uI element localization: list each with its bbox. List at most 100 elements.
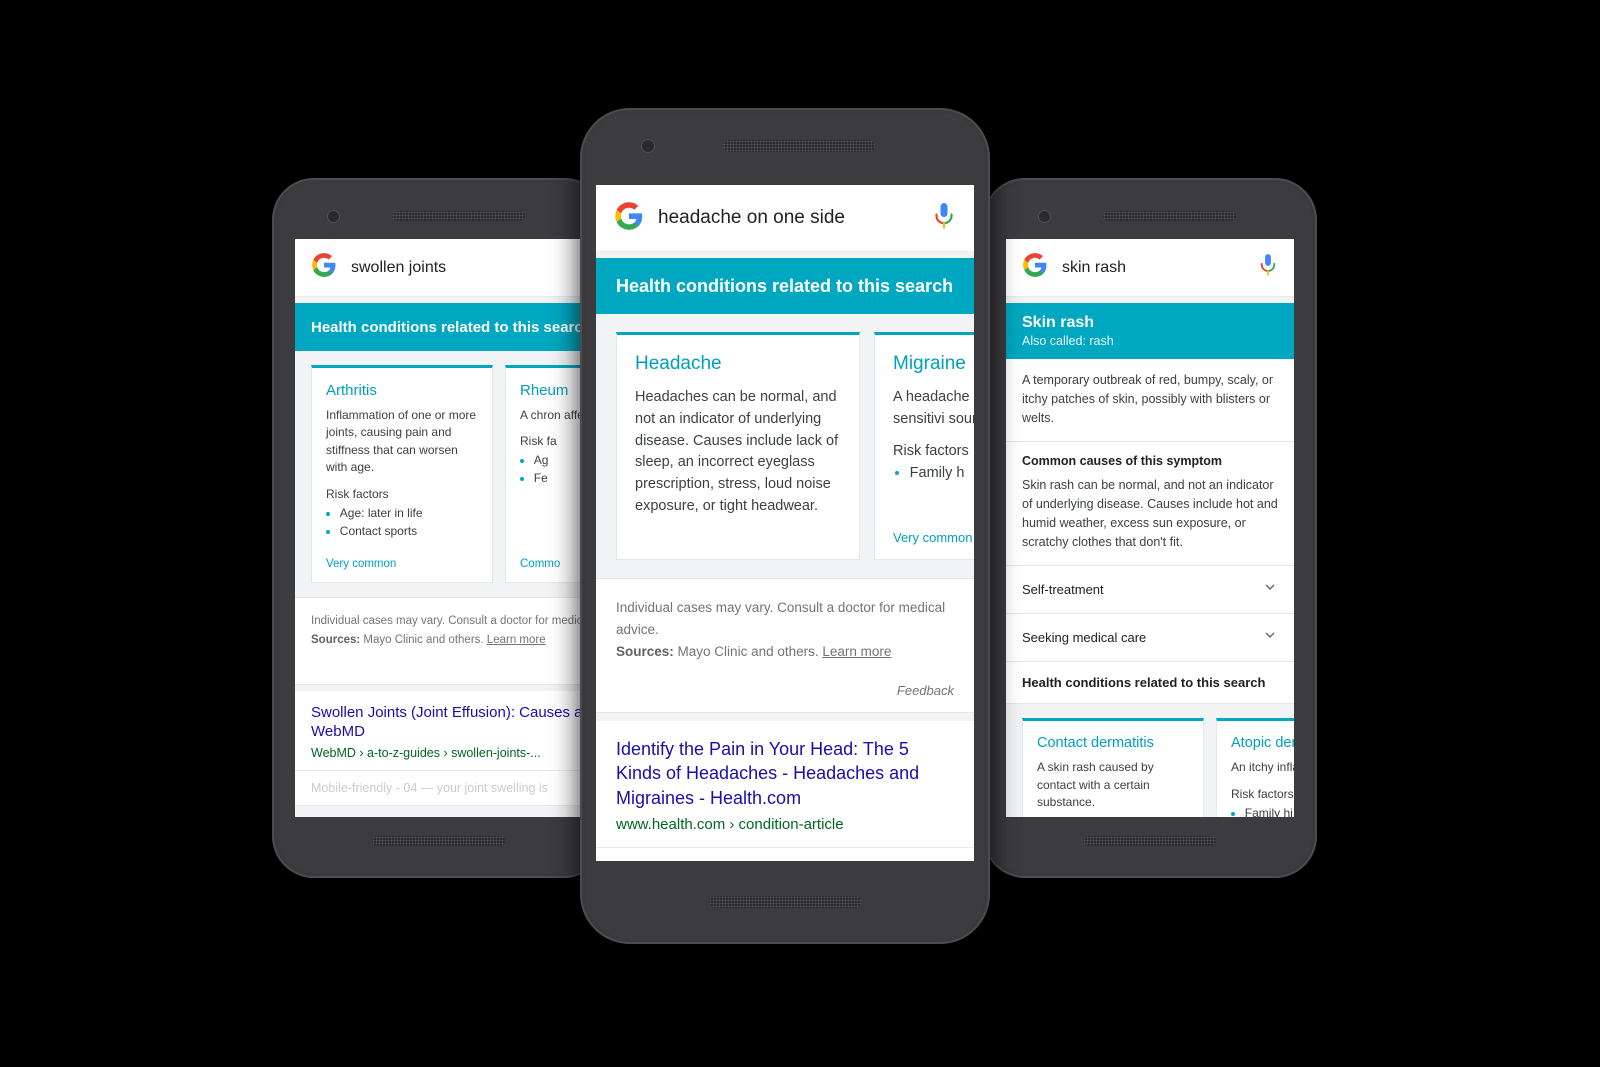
front-camera-icon bbox=[1039, 211, 1050, 222]
phone-right-screen: skin rash Skin rash Also called: rash A … bbox=[1006, 239, 1294, 817]
condition-card-title[interactable]: Contact dermatitis bbox=[1037, 735, 1189, 751]
disclaimer-text: Individual cases may vary. Consult a doc… bbox=[311, 615, 583, 627]
condition-card-description: A chron affectin those i bbox=[520, 408, 583, 422]
condition-cards-center[interactable]: Headache Headaches can be normal, and no… bbox=[596, 314, 974, 578]
result-url[interactable]: WebMD › a-to-z-guides › swollen-joints-.… bbox=[311, 746, 583, 760]
google-search-page-center: headache on one side Health conditions r… bbox=[596, 185, 974, 861]
result-url[interactable]: www.health.com › condition-article bbox=[616, 816, 954, 833]
prevalence-badge[interactable]: Very common bbox=[893, 508, 974, 545]
risk-factors-list: Family hi Allergies bbox=[1231, 804, 1294, 817]
list-item: Fe bbox=[534, 469, 583, 487]
search-bar-center[interactable]: headache on one side bbox=[596, 185, 974, 251]
google-g-logo bbox=[614, 201, 644, 236]
condition-card[interactable]: Arthritis Inflammation of one or more jo… bbox=[311, 365, 493, 583]
accordion-label: Self-treatment bbox=[1022, 582, 1104, 598]
scene: swollen joints Health conditions related bbox=[0, 0, 1600, 1067]
phone-left-screen: swollen joints Health conditions related bbox=[295, 239, 583, 817]
sources-label: Sources: bbox=[311, 633, 361, 646]
disclaimer-text: Individual cases may vary. Consult a doc… bbox=[616, 600, 946, 637]
google-g-logo bbox=[1022, 252, 1048, 283]
medical-disclaimer-left: Individual cases may vary. Consult a doc… bbox=[295, 597, 583, 685]
search-result-next-left[interactable]: Mobile-friendly - 04 — your joint swelli… bbox=[295, 770, 583, 806]
phone-center-screen: headache on one side Health conditions r… bbox=[596, 185, 974, 861]
mic-icon[interactable] bbox=[1258, 253, 1278, 282]
risk-factors-list: Age: later in life Contact sports bbox=[326, 504, 478, 540]
condition-card-description: Inflammation of one or more joints, caus… bbox=[326, 408, 477, 475]
mic-icon[interactable] bbox=[932, 202, 956, 235]
condition-card[interactable]: Atopic derm An itchy infla skin. Risk fa… bbox=[1216, 718, 1294, 817]
symptom-banner-right: Skin rash Also called: rash bbox=[1006, 303, 1294, 359]
sources-value: Mayo Clinic and others. bbox=[363, 633, 484, 646]
risk-factors-label: Risk factors bbox=[893, 442, 969, 459]
health-banner-center: Health conditions related to this search bbox=[596, 258, 974, 314]
result-title[interactable]: Swollen Joints (Joint Effusion): Causes … bbox=[311, 703, 583, 742]
search-query-left[interactable]: swollen joints bbox=[351, 259, 583, 277]
risk-factors-label: Risk factors bbox=[326, 486, 389, 501]
condition-card-title[interactable]: Rheum bbox=[520, 382, 583, 399]
prevalence-badge[interactable]: Very common bbox=[326, 542, 478, 570]
medical-disclaimer-center: Individual cases may vary. Consult a doc… bbox=[596, 578, 974, 714]
bottom-speaker-grille bbox=[1083, 836, 1216, 846]
chevron-down-icon[interactable] bbox=[1262, 579, 1278, 600]
health-banner-center-title: Health conditions related to this search bbox=[616, 275, 954, 296]
learn-more-link[interactable]: Learn more bbox=[822, 644, 891, 659]
condition-card-description: An itchy infla skin. bbox=[1231, 760, 1294, 775]
phone-right: skin rash Skin rash Also called: rash A … bbox=[983, 178, 1317, 878]
earpiece-grille bbox=[392, 211, 525, 221]
accordion-seeking-medical-care[interactable]: Seeking medical care bbox=[1006, 614, 1294, 663]
list-item: Contact sports bbox=[340, 522, 478, 540]
list-item: Family hi bbox=[1245, 804, 1294, 817]
risk-factors-list: Ag Fe bbox=[520, 451, 583, 487]
symptom-summary: A temporary outbreak of red, bumpy, scal… bbox=[1022, 373, 1274, 425]
condition-card-title[interactable]: Arthritis bbox=[326, 382, 478, 399]
condition-card-title[interactable]: Headache bbox=[635, 353, 841, 375]
list-item: Family h bbox=[910, 463, 974, 485]
search-result-left[interactable]: Swollen Joints (Joint Effusion): Causes … bbox=[295, 690, 583, 771]
google-g-logo bbox=[311, 252, 337, 283]
search-bar-left[interactable]: swollen joints bbox=[295, 239, 583, 297]
accordion-self-treatment[interactable]: Self-treatment bbox=[1006, 566, 1294, 615]
search-result-next-center[interactable] bbox=[596, 848, 974, 861]
condition-card-title[interactable]: Atopic derm bbox=[1231, 735, 1294, 751]
bottom-speaker-grille bbox=[709, 896, 861, 908]
risk-factors-label: Risk factors bbox=[1231, 786, 1294, 801]
feedback-link[interactable]: Feedback bbox=[616, 683, 954, 698]
sources-value: Mayo Clinic and others. bbox=[677, 644, 819, 660]
condition-card-description: Headaches can be normal, and not an indi… bbox=[635, 389, 839, 514]
condition-card[interactable]: Migraine A headache often accom and sens… bbox=[874, 332, 974, 560]
health-banner-left: Health conditions related to this search bbox=[295, 303, 583, 351]
chevron-down-icon[interactable] bbox=[1262, 627, 1278, 648]
phone-center: headache on one side Health conditions r… bbox=[580, 108, 990, 944]
bottom-speaker-grille bbox=[372, 836, 505, 846]
search-result-center[interactable]: Identify the Pain in Your Head: The 5 Ki… bbox=[596, 721, 974, 849]
related-conditions-heading: Health conditions related to this search bbox=[1022, 675, 1266, 691]
condition-cards-right[interactable]: Contact dermatitis A skin rash caused by… bbox=[1006, 704, 1294, 817]
earpiece-grille bbox=[723, 140, 875, 152]
search-bar-right[interactable]: skin rash bbox=[1006, 239, 1294, 297]
common-causes-text: Skin rash can be normal, and not an indi… bbox=[1022, 478, 1278, 549]
health-banner-left-title: Health conditions related to this search bbox=[311, 318, 583, 336]
search-query-right[interactable]: skin rash bbox=[1062, 259, 1244, 277]
phone-left: swollen joints Health conditions related bbox=[272, 178, 606, 878]
symptom-banner-title: Skin rash bbox=[1022, 314, 1095, 331]
symptom-banner-subtitle: Also called: rash bbox=[1022, 334, 1114, 348]
risk-factors-label: Risk fa bbox=[520, 434, 557, 449]
list-item: Ag bbox=[534, 451, 583, 469]
earpiece-grille bbox=[1103, 211, 1236, 221]
search-query-center[interactable]: headache on one side bbox=[658, 207, 918, 229]
google-search-page-left: swollen joints Health conditions related bbox=[295, 239, 583, 806]
feedback-link[interactable]: Feedback bbox=[311, 662, 583, 674]
result-snippet: Mobile-friendly - 04 — your joint swelli… bbox=[311, 780, 548, 795]
prevalence-badge[interactable]: Commo bbox=[520, 542, 583, 570]
condition-card[interactable]: Headache Headaches can be normal, and no… bbox=[616, 332, 860, 560]
condition-card-description: A headache often accom and sensitivi sou… bbox=[893, 389, 974, 427]
condition-card[interactable]: Contact dermatitis A skin rash caused by… bbox=[1022, 718, 1204, 817]
condition-card[interactable]: Rheum A chron affectin those i Risk fa A… bbox=[505, 365, 583, 583]
condition-card-title[interactable]: Migraine bbox=[893, 353, 974, 375]
result-title[interactable]: Identify the Pain in Your Head: The 5 Ki… bbox=[616, 737, 954, 810]
condition-card-description: A skin rash caused by contact with a cer… bbox=[1037, 760, 1154, 810]
learn-more-link[interactable]: Learn more bbox=[487, 634, 546, 646]
front-camera-icon bbox=[642, 140, 654, 152]
google-search-page-right: skin rash Skin rash Also called: rash A … bbox=[1006, 239, 1294, 817]
condition-cards-left[interactable]: Arthritis Inflammation of one or more jo… bbox=[295, 351, 583, 597]
